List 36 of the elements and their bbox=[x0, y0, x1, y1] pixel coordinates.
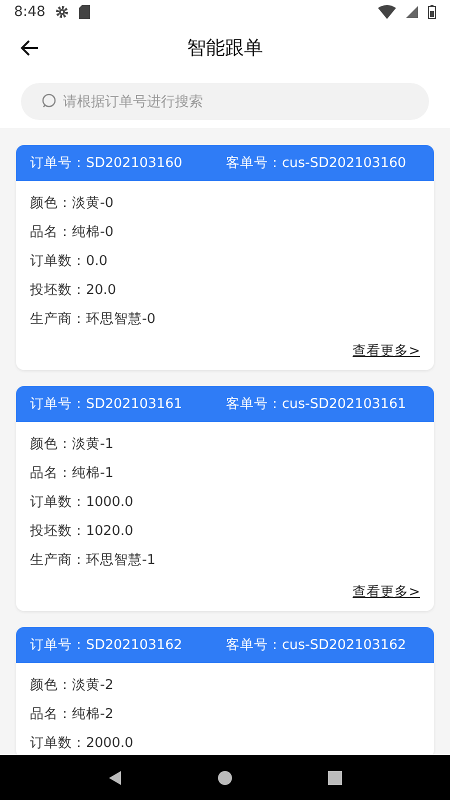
order-card[interactable]: 订单号：SD202103160 客单号：cus-SD202103160 颜色：淡黄-0 品名：纯棉-0 订单数：0.0 投坯数：20.0 生产商：环思智慧-0 查看更多> bbox=[16, 145, 434, 370]
battery-icon bbox=[428, 5, 436, 19]
wifi-icon bbox=[378, 5, 396, 19]
view-more-link[interactable]: 查看更多> bbox=[352, 583, 420, 601]
order-field: 生产商：环思智慧-0 bbox=[30, 305, 420, 334]
order-field: 颜色：淡黄-2 bbox=[30, 671, 420, 700]
order-field: 生产商：环思智慧-1 bbox=[30, 546, 420, 575]
recents-icon[interactable] bbox=[327, 770, 343, 786]
order-card[interactable]: 订单号：SD202103161 客单号：cus-SD202103161 颜色：淡黄-1 品名：纯棉-1 订单数：1000.0 投坯数：1020.0 生产商：环思智慧-1 查看更多> bbox=[16, 386, 434, 611]
sd-card-icon bbox=[79, 5, 90, 19]
status-time: 8:48 bbox=[14, 4, 46, 20]
order-field: 投坯数：20.0 bbox=[30, 276, 420, 305]
search-field[interactable]: 请根据订单号进行搜索 bbox=[21, 83, 429, 120]
page-title: 智能跟单 bbox=[187, 36, 263, 61]
order-number: 订单号：SD202103162 bbox=[30, 636, 184, 654]
gear-icon bbox=[55, 5, 70, 19]
order-field: 订单数：1000.0 bbox=[30, 488, 420, 517]
order-field: 品名：纯棉-1 bbox=[30, 459, 420, 488]
search-icon bbox=[41, 93, 57, 109]
order-card[interactable]: 订单号：SD202103162 客单号：cus-SD202103162 颜色：淡黄-2 品名：纯棉-2 订单数：2000.0 bbox=[16, 627, 434, 755]
customer-number: 客单号：cus-SD202103161 bbox=[226, 395, 406, 413]
customer-number: 客单号：cus-SD202103162 bbox=[226, 636, 406, 654]
home-icon[interactable] bbox=[217, 770, 233, 786]
order-number: 订单号：SD202103161 bbox=[30, 395, 184, 413]
order-field: 订单数：2000.0 bbox=[30, 729, 420, 755]
customer-number: 客单号：cus-SD202103160 bbox=[226, 154, 406, 172]
order-field: 品名：纯棉-0 bbox=[30, 218, 420, 247]
order-field: 品名：纯棉-2 bbox=[30, 700, 420, 729]
view-more-link[interactable]: 查看更多> bbox=[352, 342, 420, 360]
order-number: 订单号：SD202103160 bbox=[30, 154, 184, 172]
order-field: 颜色：淡黄-1 bbox=[30, 430, 420, 459]
order-field: 颜色：淡黄-0 bbox=[30, 189, 420, 218]
back-icon[interactable] bbox=[107, 770, 123, 786]
signal-icon bbox=[406, 6, 418, 18]
order-field: 投坯数：1020.0 bbox=[30, 517, 420, 546]
order-field: 订单数：0.0 bbox=[30, 247, 420, 276]
